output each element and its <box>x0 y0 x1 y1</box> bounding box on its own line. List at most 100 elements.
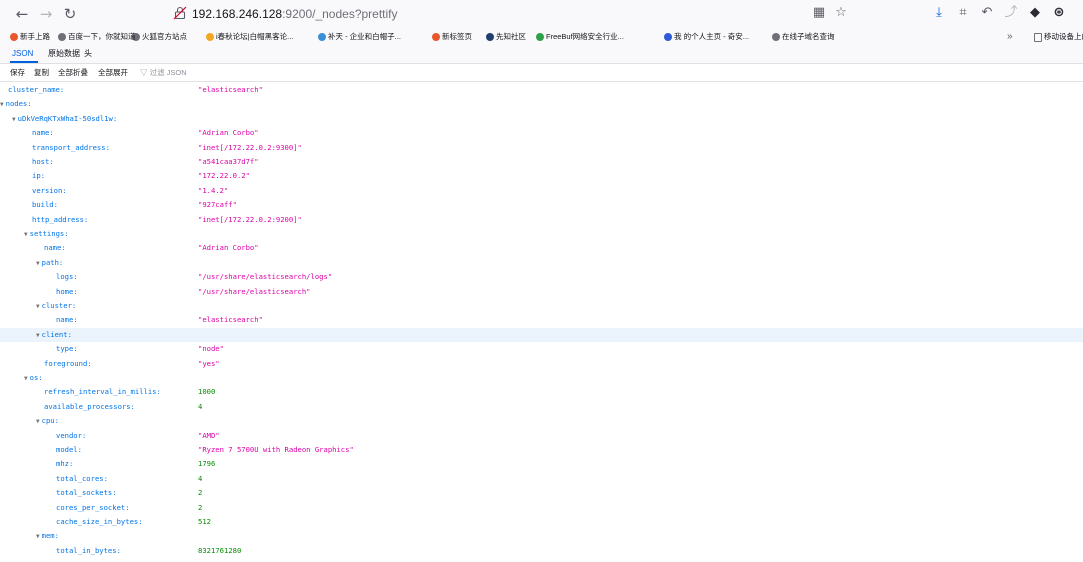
save-button[interactable]: 保存 <box>10 67 25 78</box>
tab-json[interactable]: JSON <box>12 48 33 60</box>
undo-icon[interactable]: ↶ <box>978 4 996 22</box>
expand-toggle-icon[interactable]: ▼ <box>36 332 40 339</box>
expand-toggle-icon[interactable]: ▼ <box>0 101 4 108</box>
bookmark-item[interactable]: 补天 - 企业和白帽子... <box>318 30 401 43</box>
json-key: total_cores: <box>56 472 108 486</box>
url-text[interactable]: 192.168.246.128:9200/_nodes?prettify <box>192 7 398 21</box>
json-value: 4 <box>198 473 203 483</box>
bookmark-label: 在线子域名查询 <box>782 32 835 41</box>
json-object-row[interactable]: ▼ client: <box>0 327 1083 343</box>
json-property-row: mhz: 1796 <box>0 457 1083 471</box>
bookmarks-overflow-button[interactable]: » <box>1007 30 1013 43</box>
browser-toolbar: ← → ↻ 192.168.246.128:9200/_nodes?pretti… <box>0 0 1083 28</box>
bookmark-item[interactable]: i春秋论坛|白帽黑客论... <box>206 30 293 43</box>
json-key: ▼ mem: <box>36 529 59 544</box>
expand-toggle-icon[interactable]: ▼ <box>24 231 28 238</box>
json-key-text: host: <box>32 157 54 166</box>
json-value: 1000 <box>198 387 216 397</box>
json-key: total_in_bytes: <box>56 544 121 558</box>
extension-icon[interactable]: ◆ <box>1026 4 1044 22</box>
json-key-text: cores_per_socket: <box>56 502 130 512</box>
json-key-text: nodes: <box>5 99 32 109</box>
expand-toggle-icon[interactable]: ▼ <box>24 375 28 382</box>
expand-all-button[interactable]: 全部展开 <box>98 67 128 78</box>
collapse-all-button[interactable]: 全部折叠 <box>58 67 88 78</box>
json-value: "inet[/172.22.0.2:9300]" <box>198 142 302 152</box>
json-key-text: total_cores: <box>56 473 108 483</box>
json-key: mhz: <box>56 457 73 471</box>
expand-toggle-icon[interactable]: ▼ <box>36 260 40 267</box>
bookmark-folder-mobile[interactable]: 移动设备上的 <box>1034 30 1083 43</box>
url-bar[interactable]: 192.168.246.128:9200/_nodes?prettify <box>168 3 858 25</box>
insecure-lock-icon[interactable] <box>173 6 187 20</box>
json-key: name: <box>32 126 54 140</box>
bookmark-label: 新标签页 <box>442 32 472 41</box>
json-object-row[interactable]: ▼ path: <box>0 256 1083 270</box>
json-value: "elasticsearch" <box>198 85 263 94</box>
json-property-row: home: "/usr/share/elasticsearch" <box>0 285 1083 299</box>
forward-arrow-icon[interactable]: → <box>36 4 56 24</box>
json-key-text: name: <box>44 243 66 253</box>
expand-toggle-icon[interactable]: ▼ <box>36 303 40 310</box>
json-key: version: <box>32 184 67 198</box>
json-property-row: build: "927caff" <box>0 198 1083 212</box>
tab-raw-data[interactable]: 原始数据 <box>48 48 80 60</box>
json-value: 4 <box>198 401 203 411</box>
qr-code-icon[interactable]: ▦ <box>810 4 828 22</box>
json-key: ▼ nodes: <box>0 97 32 112</box>
expand-toggle-icon[interactable]: ▼ <box>36 533 40 540</box>
json-object-row[interactable]: ▼ os: <box>0 371 1083 385</box>
filter-json-input[interactable]: ▽ 过滤 JSON <box>140 67 187 78</box>
bookmark-item[interactable]: 我 的个人主页 - 奇安... <box>664 30 749 43</box>
json-key: ip: <box>32 169 45 183</box>
json-key-text: client: <box>41 329 72 339</box>
reload-icon[interactable]: ↻ <box>60 4 80 24</box>
bookmark-favicon-icon <box>58 33 66 42</box>
bookmark-item[interactable]: 先知社区 <box>486 30 526 43</box>
bookmark-star-icon[interactable]: ☆ <box>832 4 850 22</box>
json-key: name: <box>44 241 66 255</box>
bookmarks-bar: 在线子域名查询 我 的个人主页 - 奇安... FreeBuf网络安全行业... 先知… <box>0 28 1083 45</box>
json-value: "Adrian Corbo" <box>198 128 259 138</box>
expand-toggle-icon[interactable]: ▼ <box>36 418 40 425</box>
json-property-row: name: "Adrian Corbo" <box>0 126 1083 140</box>
tab-headers[interactable]: 头 <box>84 48 92 60</box>
account-icon[interactable]: ⊛ <box>1050 4 1068 22</box>
json-property-row: vendor: "AMD" <box>0 429 1083 443</box>
json-key: ▼ path: <box>36 256 63 271</box>
json-key: home: <box>56 285 78 299</box>
json-value: "node" <box>198 344 224 354</box>
bookmark-item[interactable]: 新标签页 <box>432 30 472 43</box>
bookmark-item[interactable]: FreeBuf网络安全行业... <box>536 30 624 43</box>
json-property-row: name: "Adrian Corbo" <box>0 241 1083 255</box>
expand-toggle-icon[interactable]: ▼ <box>12 116 16 123</box>
back-arrow-icon[interactable]: ← <box>12 4 32 24</box>
json-key: logs: <box>56 270 78 284</box>
bookmark-item[interactable]: 新手上路 <box>10 30 50 43</box>
bookmark-item[interactable]: 在线子域名查询 <box>772 30 835 43</box>
json-key: cache_size_in_bytes: <box>56 515 143 529</box>
share-icon[interactable]: ⤴ <box>1002 4 1020 22</box>
json-property-row: total_in_bytes: 8321761280 <box>0 544 1083 558</box>
json-value: "172.22.0.2" <box>198 171 250 181</box>
bookmark-label: 我 的个人主页 - 奇安... <box>674 32 749 41</box>
bookmark-item[interactable]: 火狐官方站点 <box>132 30 187 43</box>
json-object-row[interactable]: ▼ mem: <box>0 529 1083 543</box>
json-object-row[interactable]: ▼ cpu: <box>0 414 1083 428</box>
json-key-text: version: <box>32 185 67 195</box>
json-value: "AMD" <box>198 430 220 440</box>
copy-button[interactable]: 复制 <box>34 67 49 78</box>
bookmark-label: 火狐官方站点 <box>142 32 187 41</box>
json-object-row[interactable]: ▼ cluster: <box>0 299 1083 313</box>
json-property-row: host: "a541caa37d7f" <box>0 155 1083 169</box>
json-object-row[interactable]: ▼ nodes: <box>0 97 1083 111</box>
download-icon[interactable]: ⤓ <box>930 4 948 22</box>
json-object-row[interactable]: ▼ settings: <box>0 227 1083 241</box>
bookmark-item[interactable]: 百度一下，你就知道 <box>58 30 136 43</box>
json-object-row[interactable]: ▼ uDkVeRqKTxWhaI-50sdl1w: <box>0 112 1083 126</box>
screenshot-icon[interactable]: ⌗ <box>954 4 972 22</box>
json-property-row: cache_size_in_bytes: 512 <box>0 515 1083 529</box>
json-property-row: foreground: "yes" <box>0 357 1083 371</box>
json-property-row: model: "Ryzen 7 5700U with Radeon Graphic… <box>0 443 1083 457</box>
json-property-row: cluster_name: "elasticsearch" <box>0 83 1083 97</box>
